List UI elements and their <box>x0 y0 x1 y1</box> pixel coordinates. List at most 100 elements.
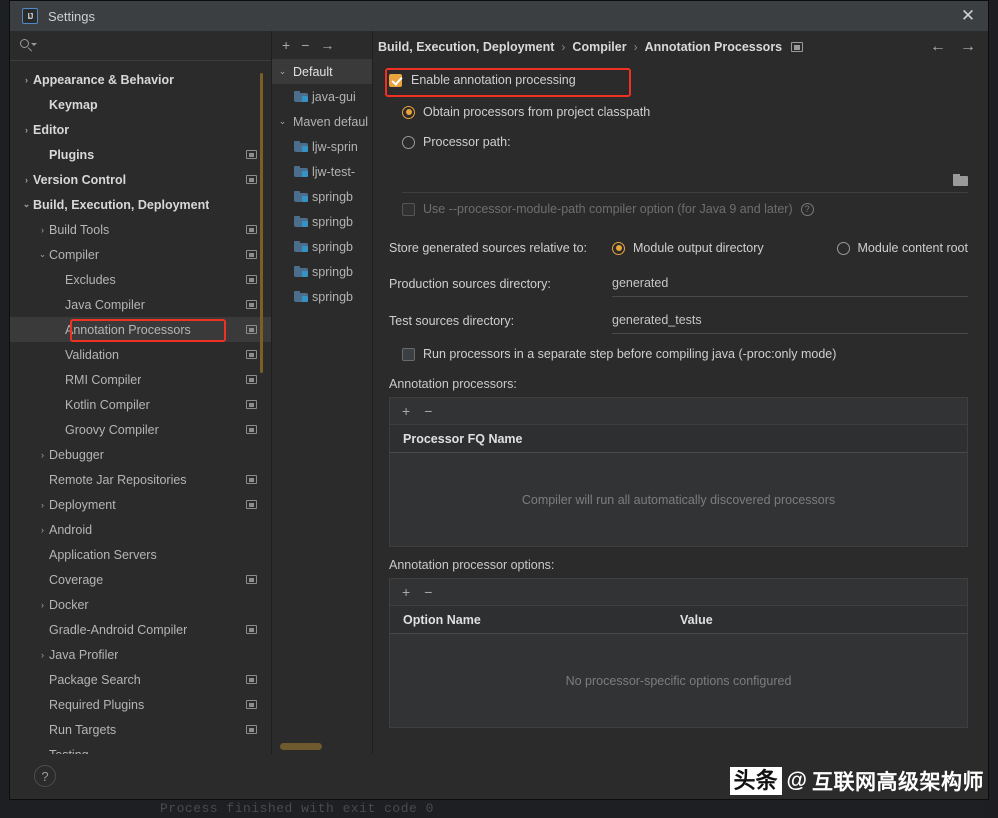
sidebar-item-package-search[interactable]: Package Search <box>10 667 271 692</box>
project-scope-icon <box>791 42 804 52</box>
chevron-down-icon[interactable]: ⌄ <box>36 249 49 260</box>
remove-option-button[interactable]: − <box>424 585 432 599</box>
module-list-item[interactable]: springb <box>272 184 372 209</box>
module-output-directory-option[interactable]: Module output directory <box>612 241 764 255</box>
chevron-right-icon[interactable]: › <box>36 450 49 460</box>
profiles-horizontal-scrollbar[interactable] <box>280 743 322 750</box>
settings-tree[interactable]: › Appearance & Behavior Keymap › Editor Plugi… <box>10 61 271 754</box>
sidebar-item-excludes[interactable]: Excludes <box>10 267 271 292</box>
browse-folder-icon[interactable] <box>953 173 968 186</box>
proc-only-checkbox[interactable] <box>402 347 415 361</box>
module-list-item[interactable]: ljw-sprin <box>272 134 372 159</box>
processor-module-path-label: Use --processor-module-path compiler opt… <box>423 202 793 216</box>
sidebar-item-rmi-compiler[interactable]: RMI Compiler <box>10 367 271 392</box>
breadcrumb-part-1[interactable]: Build, Execution, Deployment <box>378 40 554 54</box>
project-scope-icon <box>246 575 257 584</box>
module-content-root-option[interactable]: Module content root <box>836 241 968 255</box>
profile-list-item[interactable]: ⌄ Maven defaul <box>272 109 372 134</box>
chevron-right-icon[interactable]: › <box>36 600 49 610</box>
sidebar-item-groovy-compiler[interactable]: Groovy Compiler <box>10 417 271 442</box>
sidebar-item-coverage[interactable]: Coverage <box>10 567 271 592</box>
sidebar-item-keymap[interactable]: Keymap <box>10 92 271 117</box>
chevron-right-icon[interactable]: › <box>36 225 49 235</box>
test-sources-value[interactable]: generated_tests <box>612 313 702 327</box>
sidebar-item-label: Kotlin Compiler <box>65 397 150 412</box>
chevron-right-icon[interactable]: › <box>20 175 33 185</box>
sidebar-item-validation[interactable]: Validation <box>10 342 271 367</box>
module-list-item[interactable]: ljw-test- <box>272 159 372 184</box>
module-content-root-radio[interactable] <box>836 241 850 255</box>
enable-annotation-processing-checkbox[interactable] <box>389 73 402 87</box>
module-list-item[interactable]: springb <box>272 234 372 259</box>
chevron-down-icon[interactable]: ⌄ <box>276 66 289 77</box>
sidebar-item-version-control[interactable]: › Version Control <box>10 167 271 192</box>
sidebar-item-gradle-android-compiler[interactable]: Gradle-Android Compiler <box>10 617 271 642</box>
sidebar-item-compiler[interactable]: ⌄ Compiler <box>10 242 271 267</box>
forward-arrow-icon[interactable]: → <box>960 39 976 55</box>
add-option-button[interactable]: + <box>402 585 410 599</box>
sidebar-item-debugger[interactable]: › Debugger <box>10 442 271 467</box>
sidebar-item-label: Run Targets <box>49 722 117 737</box>
help-button[interactable]: ? <box>34 765 56 787</box>
close-icon[interactable]: ✕ <box>958 6 978 26</box>
enable-annotation-processing-row[interactable]: Enable annotation processing <box>385 63 968 97</box>
sidebar-item-label: Application Servers <box>49 547 157 562</box>
sidebar-item-run-targets[interactable]: Run Targets <box>10 717 271 742</box>
module-list-item[interactable]: springb <box>272 209 372 234</box>
remove-processor-button[interactable]: − <box>424 404 432 418</box>
processor-module-path-row[interactable]: Use --processor-module-path compiler opt… <box>389 193 968 225</box>
processor-path-radio[interactable] <box>402 135 415 149</box>
chevron-right-icon[interactable]: › <box>20 125 33 135</box>
breadcrumb-part-2[interactable]: Compiler <box>572 40 626 54</box>
processor-module-path-checkbox[interactable] <box>402 202 415 216</box>
chevron-down-icon[interactable]: ⌄ <box>276 116 289 127</box>
remove-profile-button[interactable]: − <box>301 38 309 52</box>
obtain-from-classpath-row[interactable]: Obtain processors from project classpath <box>389 97 968 127</box>
sidebar-item-build-tools[interactable]: › Build Tools <box>10 217 271 242</box>
profiles-panel: + − → ⌄ Default java-gui ⌄ Maven defaul ljw-s… <box>272 31 373 754</box>
sidebar-item-kotlin-compiler[interactable]: Kotlin Compiler <box>10 392 271 417</box>
module-list-item[interactable]: springb <box>272 284 372 309</box>
help-icon[interactable]: ? <box>800 202 814 216</box>
sidebar-item-docker[interactable]: › Docker <box>10 592 271 617</box>
module-list-item[interactable]: springb <box>272 259 372 284</box>
sidebar-item-plugins[interactable]: Plugins <box>10 142 271 167</box>
sidebar-item-annotation-processors[interactable]: Annotation Processors <box>10 317 271 342</box>
sidebar-item-label: Appearance & Behavior <box>33 72 175 87</box>
add-processor-button[interactable]: + <box>402 404 410 418</box>
sidebar-item-application-servers[interactable]: Application Servers <box>10 542 271 567</box>
sidebar-item-editor[interactable]: › Editor <box>10 117 271 142</box>
processor-path-input[interactable] <box>402 172 953 187</box>
chevron-right-icon[interactable]: › <box>36 650 49 660</box>
chevron-right-icon[interactable]: › <box>36 525 49 535</box>
production-sources-value[interactable]: generated <box>612 276 668 290</box>
search-input[interactable] <box>38 38 261 53</box>
sidebar-item-required-plugins[interactable]: Required Plugins <box>10 692 271 717</box>
sidebar-item-java-compiler[interactable]: Java Compiler <box>10 292 271 317</box>
processor-path-row[interactable]: Processor path: <box>389 127 968 157</box>
chevron-down-icon[interactable]: ⌄ <box>20 199 33 210</box>
sidebar-item-deployment[interactable]: › Deployment <box>10 492 271 517</box>
chevron-right-icon[interactable]: › <box>36 500 49 510</box>
sidebar-item-label: RMI Compiler <box>65 372 142 387</box>
breadcrumb: Build, Execution, Deployment › Compiler … <box>373 31 988 63</box>
sidebar-item-testing[interactable]: Testing <box>10 742 271 755</box>
add-profile-button[interactable]: + <box>282 38 290 52</box>
move-to-profile-button[interactable]: → <box>320 38 334 52</box>
sidebar-item-java-profiler[interactable]: › Java Profiler <box>10 642 271 667</box>
sidebar-scrollbar[interactable] <box>260 73 263 373</box>
profiles-list[interactable]: ⌄ Default java-gui ⌄ Maven defaul ljw-sprin lj… <box>272 59 372 754</box>
proc-only-row[interactable]: Run processors in a separate step before… <box>389 339 968 369</box>
project-scope-icon <box>246 700 257 709</box>
sidebar-item-appearance-behavior[interactable]: › Appearance & Behavior <box>10 67 271 92</box>
sidebar-item-build-execution-deployment[interactable]: ⌄ Build, Execution, Deployment <box>10 192 271 217</box>
module-output-directory-radio[interactable] <box>612 241 625 255</box>
chevron-right-icon[interactable]: › <box>20 75 33 85</box>
back-arrow-icon[interactable]: ← <box>930 39 946 55</box>
project-scope-icon <box>246 675 257 684</box>
profile-list-item[interactable]: ⌄ Default <box>272 59 372 84</box>
sidebar-item-android[interactable]: › Android <box>10 517 271 542</box>
module-list-item[interactable]: java-gui <box>272 84 372 109</box>
obtain-from-classpath-radio[interactable] <box>402 105 415 119</box>
sidebar-item-remote-jar-repositories[interactable]: Remote Jar Repositories <box>10 467 271 492</box>
